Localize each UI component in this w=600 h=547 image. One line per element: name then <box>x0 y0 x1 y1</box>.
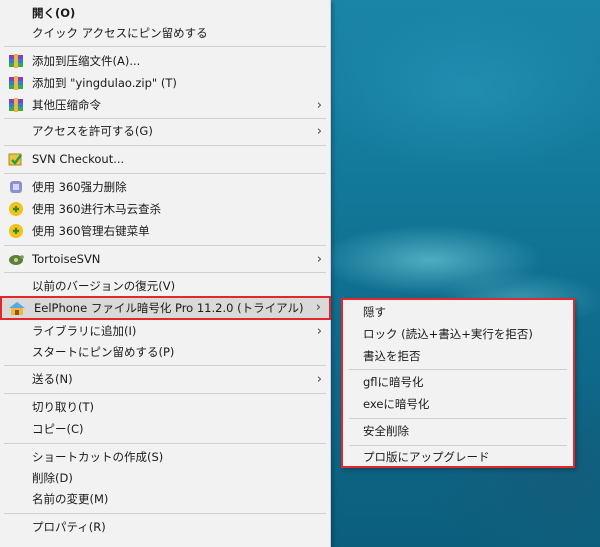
chevron-right-icon: › <box>316 98 322 113</box>
360-manage-icon <box>8 223 24 239</box>
submenu-item-label: プロ版にアップグレード <box>363 450 490 464</box>
menu-separator <box>4 145 326 146</box>
menu-separator <box>349 418 567 419</box>
menu-item-label: 送る(N) <box>32 372 73 386</box>
submenu-item-secure-delete[interactable]: 安全削除 <box>343 421 573 441</box>
menu-item-restore-previous[interactable]: 以前のバージョンの復元(V) <box>0 275 330 297</box>
360-scan-icon <box>8 201 24 217</box>
winrar-archive-icon <box>8 75 24 91</box>
menu-item-label: 使用 360强力删除 <box>32 180 127 194</box>
svn-checkout-icon <box>8 151 24 167</box>
menu-item-360-manage[interactable]: 使用 360管理右键菜单 <box>0 220 330 242</box>
360-delete-icon <box>8 179 24 195</box>
menu-item-cut[interactable]: 切り取り(T) <box>0 396 330 418</box>
menu-item-label: 其他压缩命令 <box>32 98 101 112</box>
submenu-item-label: 書込を拒否 <box>363 349 421 363</box>
menu-separator <box>4 365 326 366</box>
eelphone-submenu: 隠す ロック (読込+書込+実行を拒否) 書込を拒否 gflに暗号化 exeに暗… <box>341 298 575 468</box>
menu-item-pin-start[interactable]: スタートにピン留めする(P) <box>0 341 330 363</box>
menu-item-label: TortoiseSVN <box>32 252 101 266</box>
chevron-right-icon: › <box>316 124 322 139</box>
menu-item-label: 添加到压缩文件(A)... <box>32 54 141 68</box>
submenu-item-upgrade-pro[interactable]: プロ版にアップグレード <box>343 447 573 467</box>
menu-item-label: 削除(D) <box>32 471 73 485</box>
menu-separator <box>349 369 567 370</box>
menu-separator <box>4 272 326 273</box>
menu-item-360-scan[interactable]: 使用 360进行木马云查杀 <box>0 198 330 220</box>
menu-item-delete[interactable]: 削除(D) <box>0 467 330 489</box>
menu-item-label: アクセスを許可する(G) <box>32 124 153 138</box>
chevron-right-icon: › <box>316 324 322 339</box>
menu-item-360-delete[interactable]: 使用 360强力删除 <box>0 176 330 198</box>
menu-separator <box>4 173 326 174</box>
menu-item-label: 以前のバージョンの復元(V) <box>32 279 176 293</box>
menu-separator <box>4 118 326 119</box>
submenu-item-deny-write[interactable]: 書込を拒否 <box>343 346 573 366</box>
menu-item-label: SVN Checkout... <box>32 152 125 166</box>
submenu-item-lock[interactable]: ロック (読込+書込+実行を拒否) <box>343 324 573 344</box>
menu-separator <box>4 513 326 514</box>
menu-item-send-to[interactable]: 送る(N) › <box>0 368 330 390</box>
menu-item-properties[interactable]: プロパティ(R) <box>0 516 330 538</box>
menu-item-label: 名前の変更(M) <box>32 492 109 506</box>
menu-separator <box>4 46 326 47</box>
menu-item-add-to-archive[interactable]: 添加到压缩文件(A)... <box>0 50 330 72</box>
menu-item-label: EelPhone ファイル暗号化 Pro 11.2.0 (トライアル) <box>34 301 304 315</box>
submenu-item-label: exeに暗号化 <box>363 397 430 411</box>
submenu-item-encrypt-gfl[interactable]: gflに暗号化 <box>343 372 573 392</box>
submenu-item-label: 安全削除 <box>363 424 409 438</box>
winrar-archive-icon <box>8 97 24 113</box>
submenu-item-hide[interactable]: 隠す <box>343 302 573 322</box>
menu-item-label: コピー(C) <box>32 422 84 436</box>
menu-item-open[interactable]: 開く(O) <box>0 2 330 24</box>
menu-item-rename[interactable]: 名前の変更(M) <box>0 488 330 510</box>
menu-item-label: クイック アクセスにピン留めする <box>32 26 208 40</box>
menu-item-label: プロパティ(R) <box>32 520 106 534</box>
context-menu: 開く(O) クイック アクセスにピン留めする 添加到压缩文件(A)... 添加到… <box>0 0 331 547</box>
submenu-item-label: 隠す <box>363 305 386 319</box>
menu-item-label: 切り取り(T) <box>32 400 94 414</box>
tortoisesvn-icon <box>8 251 24 267</box>
submenu-item-label: gflに暗号化 <box>363 375 424 389</box>
menu-item-label: 使用 360进行木马云查杀 <box>32 202 162 216</box>
chevron-right-icon: › <box>315 300 321 315</box>
menu-item-tortoisesvn[interactable]: TortoiseSVN › <box>0 248 330 270</box>
menu-item-label: ショートカットの作成(S) <box>32 450 164 464</box>
menu-separator <box>4 393 326 394</box>
menu-item-add-to-zip[interactable]: 添加到 "yingdulao.zip" (T) <box>0 72 330 94</box>
menu-separator <box>4 443 326 444</box>
menu-item-eelphone-encrypt[interactable]: EelPhone ファイル暗号化 Pro 11.2.0 (トライアル) › <box>0 296 331 320</box>
menu-item-grant-access[interactable]: アクセスを許可する(G) › <box>0 120 330 142</box>
menu-item-copy[interactable]: コピー(C) <box>0 418 330 440</box>
menu-separator <box>4 245 326 246</box>
menu-item-label: ライブラリに追加(I) <box>32 324 137 338</box>
chevron-right-icon: › <box>316 372 322 387</box>
eelphone-icon <box>8 300 25 316</box>
menu-item-label: 使用 360管理右键菜单 <box>32 224 150 238</box>
menu-item-create-shortcut[interactable]: ショートカットの作成(S) <box>0 446 330 468</box>
submenu-item-label: ロック (読込+書込+実行を拒否) <box>363 327 533 341</box>
menu-item-label: 添加到 "yingdulao.zip" (T) <box>32 76 177 90</box>
menu-item-pin-quick-access[interactable]: クイック アクセスにピン留めする <box>0 22 330 44</box>
menu-separator <box>349 445 567 446</box>
chevron-right-icon: › <box>316 252 322 267</box>
menu-item-add-to-library[interactable]: ライブラリに追加(I) › <box>0 320 330 342</box>
menu-item-other-compress[interactable]: 其他压缩命令 › <box>0 94 330 116</box>
menu-item-svn-checkout[interactable]: SVN Checkout... <box>0 148 330 170</box>
winrar-archive-icon <box>8 53 24 69</box>
menu-item-label: 開く(O) <box>32 6 76 20</box>
submenu-item-encrypt-exe[interactable]: exeに暗号化 <box>343 394 573 414</box>
menu-item-label: スタートにピン留めする(P) <box>32 345 175 359</box>
